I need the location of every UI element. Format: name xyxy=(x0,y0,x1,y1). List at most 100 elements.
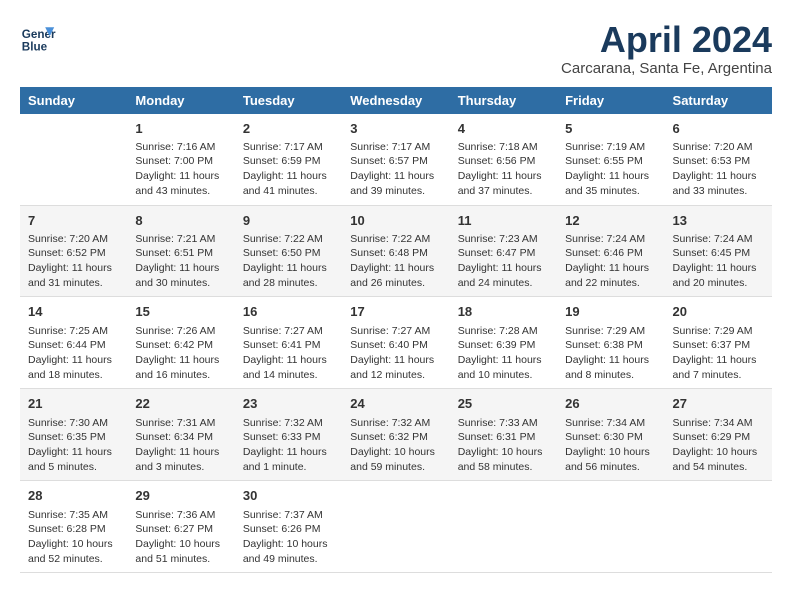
day-number: 2 xyxy=(243,120,334,138)
month-title: April 2024 xyxy=(561,20,772,60)
calendar-cell: 6 Sunrise: 7:20 AMSunset: 6:53 PMDaylight… xyxy=(665,114,772,205)
day-info: Sunrise: 7:25 AMSunset: 6:44 PMDaylight:… xyxy=(28,324,119,383)
calendar-cell xyxy=(20,114,127,205)
calendar-cell: 5Sunrise: 7:19 AMSunset: 6:55 PMDaylight… xyxy=(557,114,664,205)
header-monday: Monday xyxy=(127,87,234,114)
calendar-cell: 7 Sunrise: 7:20 AMSunset: 6:52 PMDaylight… xyxy=(20,205,127,297)
day-info: Sunrise: 7:20 AMSunset: 6:53 PMDaylight:… xyxy=(673,140,764,199)
calendar-cell: 18 Sunrise: 7:28 AMSunset: 6:39 PMDayligh… xyxy=(450,297,557,389)
calendar-week-1: 1Sunrise: 7:16 AMSunset: 7:00 PMDaylight… xyxy=(20,114,772,205)
day-number: 15 xyxy=(135,303,226,321)
day-number: 24 xyxy=(350,395,441,413)
calendar-cell xyxy=(342,481,449,573)
day-info: Sunrise: 7:33 AMSunset: 6:31 PMDaylight:… xyxy=(458,416,549,475)
calendar-cell: 12 Sunrise: 7:24 AMSunset: 6:46 PMDayligh… xyxy=(557,205,664,297)
header-thursday: Thursday xyxy=(450,87,557,114)
header-saturday: Saturday xyxy=(665,87,772,114)
day-info: Sunrise: 7:27 AMSunset: 6:40 PMDaylight:… xyxy=(350,324,441,383)
day-number: 9 xyxy=(243,212,334,230)
day-number: 17 xyxy=(350,303,441,321)
day-info: Sunrise: 7:17 AMSunset: 6:59 PMDaylight:… xyxy=(243,140,334,199)
title-block: April 2024 Carcarana, Santa Fe, Argentin… xyxy=(561,20,772,77)
calendar-cell: 9Sunrise: 7:22 AMSunset: 6:50 PMDaylight… xyxy=(235,205,342,297)
day-info: Sunrise: 7:30 AMSunset: 6:35 PMDaylight:… xyxy=(28,416,119,475)
day-info: Sunrise: 7:29 AMSunset: 6:37 PMDaylight:… xyxy=(673,324,764,383)
day-info: Sunrise: 7:36 AMSunset: 6:27 PMDaylight:… xyxy=(135,508,226,567)
calendar-cell: 3 Sunrise: 7:17 AMSunset: 6:57 PMDaylight… xyxy=(342,114,449,205)
day-number: 6 xyxy=(673,120,764,138)
day-info: Sunrise: 7:24 AMSunset: 6:45 PMDaylight:… xyxy=(673,232,764,291)
calendar-cell: 21 Sunrise: 7:30 AMSunset: 6:35 PMDayligh… xyxy=(20,389,127,481)
day-number: 8 xyxy=(135,212,226,230)
calendar-cell: 15Sunrise: 7:26 AMSunset: 6:42 PMDayligh… xyxy=(127,297,234,389)
calendar-cell xyxy=(557,481,664,573)
logo-icon: General Blue xyxy=(20,20,56,56)
day-number: 29 xyxy=(135,487,226,505)
calendar-cell xyxy=(450,481,557,573)
day-info: Sunrise: 7:32 AMSunset: 6:32 PMDaylight:… xyxy=(350,416,441,475)
day-info: Sunrise: 7:18 AMSunset: 6:56 PMDaylight:… xyxy=(458,140,549,199)
calendar-cell: 17 Sunrise: 7:27 AMSunset: 6:40 PMDayligh… xyxy=(342,297,449,389)
day-number: 21 xyxy=(28,395,119,413)
day-info: Sunrise: 7:21 AMSunset: 6:51 PMDaylight:… xyxy=(135,232,226,291)
calendar-cell: 24 Sunrise: 7:32 AMSunset: 6:32 PMDayligh… xyxy=(342,389,449,481)
page-header: General Blue April 2024 Carcarana, Santa… xyxy=(20,20,772,77)
day-number: 19 xyxy=(565,303,656,321)
calendar-cell: 29 Sunrise: 7:36 AMSunset: 6:27 PMDayligh… xyxy=(127,481,234,573)
day-number: 11 xyxy=(458,212,549,230)
calendar-cell: 30Sunrise: 7:37 AMSunset: 6:26 PMDayligh… xyxy=(235,481,342,573)
day-number: 20 xyxy=(673,303,764,321)
calendar-cell: 28Sunrise: 7:35 AMSunset: 6:28 PMDayligh… xyxy=(20,481,127,573)
calendar-cell: 25 Sunrise: 7:33 AMSunset: 6:31 PMDayligh… xyxy=(450,389,557,481)
day-number: 14 xyxy=(28,303,119,321)
day-number: 26 xyxy=(565,395,656,413)
header-tuesday: Tuesday xyxy=(235,87,342,114)
calendar-cell: 14 Sunrise: 7:25 AMSunset: 6:44 PMDayligh… xyxy=(20,297,127,389)
calendar-cell: 26 Sunrise: 7:34 AMSunset: 6:30 PMDayligh… xyxy=(557,389,664,481)
day-number: 13 xyxy=(673,212,764,230)
calendar-cell: 27 Sunrise: 7:34 AMSunset: 6:29 PMDayligh… xyxy=(665,389,772,481)
day-number: 23 xyxy=(243,395,334,413)
day-info: Sunrise: 7:16 AMSunset: 7:00 PMDaylight:… xyxy=(135,140,226,199)
calendar-cell: 19Sunrise: 7:29 AMSunset: 6:38 PMDayligh… xyxy=(557,297,664,389)
header-wednesday: Wednesday xyxy=(342,87,449,114)
svg-text:Blue: Blue xyxy=(22,41,48,54)
calendar-cell: 16 Sunrise: 7:27 AMSunset: 6:41 PMDayligh… xyxy=(235,297,342,389)
header-sunday: Sunday xyxy=(20,87,127,114)
day-info: Sunrise: 7:31 AMSunset: 6:34 PMDaylight:… xyxy=(135,416,226,475)
day-number: 12 xyxy=(565,212,656,230)
calendar-week-4: 21 Sunrise: 7:30 AMSunset: 6:35 PMDayligh… xyxy=(20,389,772,481)
day-number: 3 xyxy=(350,120,441,138)
calendar-header-row: SundayMondayTuesdayWednesdayThursdayFrid… xyxy=(20,87,772,114)
day-number: 18 xyxy=(458,303,549,321)
calendar-week-2: 7 Sunrise: 7:20 AMSunset: 6:52 PMDaylight… xyxy=(20,205,772,297)
day-info: Sunrise: 7:34 AMSunset: 6:30 PMDaylight:… xyxy=(565,416,656,475)
day-info: Sunrise: 7:17 AMSunset: 6:57 PMDaylight:… xyxy=(350,140,441,199)
calendar-cell: 22Sunrise: 7:31 AMSunset: 6:34 PMDayligh… xyxy=(127,389,234,481)
calendar-cell: 23Sunrise: 7:32 AMSunset: 6:33 PMDayligh… xyxy=(235,389,342,481)
calendar-cell xyxy=(665,481,772,573)
calendar-cell: 11 Sunrise: 7:23 AMSunset: 6:47 PMDayligh… xyxy=(450,205,557,297)
day-number: 25 xyxy=(458,395,549,413)
day-number: 4 xyxy=(458,120,549,138)
calendar-week-3: 14 Sunrise: 7:25 AMSunset: 6:44 PMDayligh… xyxy=(20,297,772,389)
day-info: Sunrise: 7:34 AMSunset: 6:29 PMDaylight:… xyxy=(673,416,764,475)
day-number: 16 xyxy=(243,303,334,321)
day-number: 7 xyxy=(28,212,119,230)
day-info: Sunrise: 7:23 AMSunset: 6:47 PMDaylight:… xyxy=(458,232,549,291)
day-number: 27 xyxy=(673,395,764,413)
day-info: Sunrise: 7:20 AMSunset: 6:52 PMDaylight:… xyxy=(28,232,119,291)
day-info: Sunrise: 7:24 AMSunset: 6:46 PMDaylight:… xyxy=(565,232,656,291)
day-info: Sunrise: 7:27 AMSunset: 6:41 PMDaylight:… xyxy=(243,324,334,383)
calendar-cell: 1Sunrise: 7:16 AMSunset: 7:00 PMDaylight… xyxy=(127,114,234,205)
day-number: 30 xyxy=(243,487,334,505)
day-info: Sunrise: 7:19 AMSunset: 6:55 PMDaylight:… xyxy=(565,140,656,199)
day-info: Sunrise: 7:35 AMSunset: 6:28 PMDaylight:… xyxy=(28,508,119,567)
calendar-cell: 4 Sunrise: 7:18 AMSunset: 6:56 PMDaylight… xyxy=(450,114,557,205)
header-friday: Friday xyxy=(557,87,664,114)
day-number: 10 xyxy=(350,212,441,230)
calendar-table: SundayMondayTuesdayWednesdayThursdayFrid… xyxy=(20,87,772,574)
day-info: Sunrise: 7:28 AMSunset: 6:39 PMDaylight:… xyxy=(458,324,549,383)
calendar-cell: 10 Sunrise: 7:22 AMSunset: 6:48 PMDayligh… xyxy=(342,205,449,297)
day-info: Sunrise: 7:22 AMSunset: 6:48 PMDaylight:… xyxy=(350,232,441,291)
